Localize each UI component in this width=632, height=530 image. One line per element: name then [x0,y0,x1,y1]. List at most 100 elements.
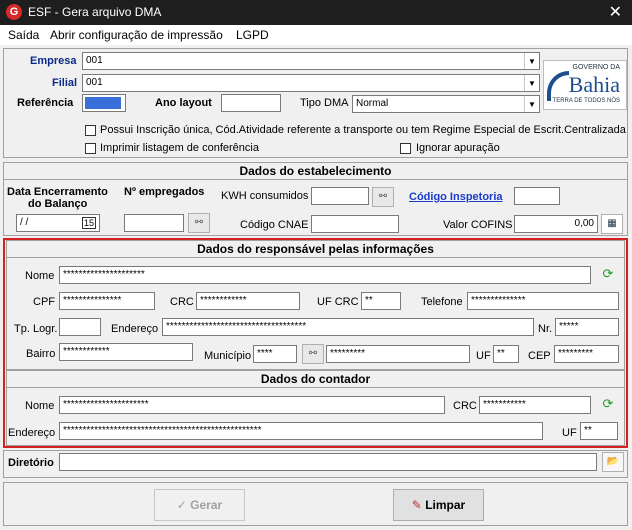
data-enc-label-2: do Balanço [28,198,88,210]
resp-uf-crc-input[interactable]: ** [361,292,401,310]
logo-sub-text: TERRA DE TODOS NÓS [552,98,620,104]
resp-cep-input[interactable]: ********* [554,345,619,363]
resp-tp-logr-input[interactable] [59,318,101,336]
limpar-button[interactable]: ✎ Limpar [393,489,484,521]
data-enc-input[interactable]: / / 15 [16,214,100,232]
referencia-input[interactable] [82,94,126,112]
contador-crc-label: CRC [453,400,477,412]
ignorar-label: Ignorar apuração [416,142,500,154]
calendar-icon[interactable]: 15 [81,217,96,229]
contador-endereco-input[interactable]: ****************************************… [59,422,543,440]
chevron-down-icon[interactable]: ▼ [524,96,539,112]
resp-nome-label: Nome [25,270,55,282]
binoculars-icon[interactable]: ⚯ [188,213,210,233]
estab-separator [3,179,628,180]
referencia-selection [85,97,121,109]
kwh-input[interactable] [311,187,369,205]
check-icon: ✓ [176,498,191,512]
resp-municipio-code-input[interactable]: **** [253,345,297,363]
valor-cofins-input[interactable]: 0,00 [514,215,598,233]
eraser-icon: ✎ [411,498,426,512]
menu-bar: Saída Abrir configuração de impressão LG… [0,25,632,45]
resp-crc-input[interactable]: ************ [196,292,300,310]
folder-open-icon[interactable]: 📂 [602,452,624,472]
data-enc-value: / / [20,217,29,228]
resp-telefone-input[interactable]: ************** [467,292,619,310]
resp-nr-input[interactable]: ***** [555,318,619,336]
resp-uf-input[interactable]: ** [493,345,519,363]
checkbox-inscricao[interactable] [85,125,96,136]
data-enc-label: Data Encerramento [7,186,108,198]
contador-separator [6,387,625,388]
codigo-inspetoria-link[interactable]: Código Inspetoria [409,191,503,203]
gerar-button[interactable]: ✓ Gerar [154,489,245,521]
logo-gov-text: GOVERNO DA [572,64,620,71]
diretorio-input[interactable] [59,453,597,471]
empresa-label: Empresa [30,55,77,67]
app-logo-icon: G [6,4,22,20]
binoculars-icon[interactable]: ⚯ [372,187,394,207]
resp-cpf-input[interactable]: *************** [59,292,155,310]
contador-crc-input[interactable]: *********** [479,396,591,414]
close-icon[interactable]: ✕ [609,2,622,22]
contador-nome-input[interactable]: ********************** [59,396,445,414]
filial-value: 001 [86,77,103,88]
logo-name: Bahia [568,72,620,97]
codigo-cnae-label: Código CNAE [240,219,309,231]
calculator-icon[interactable]: ▦ [601,214,623,234]
checkbox-imprimir[interactable] [85,143,96,154]
empresa-value: 001 [86,55,103,66]
resp-crc-label: CRC [170,296,194,308]
resp-municipio-name-input[interactable]: ********* [326,345,470,363]
gerar-label: Gerar [190,498,223,512]
resp-nr-label: Nr. [538,323,553,335]
menu-item-abrir-config[interactable]: Abrir configuração de impressão [50,28,223,42]
estab-header: Dados do estabelecimento [239,164,392,178]
resp-telefone-label: Telefone [421,296,463,308]
menu-item-lgpd[interactable]: LGPD [236,28,269,42]
ano-layout-label: Ano layout [155,97,212,109]
resp-cpf-label: CPF [33,296,55,308]
contador-uf-label: UF [562,427,577,439]
empregados-input[interactable] [124,214,184,232]
resp-endereco-input[interactable]: ************************************ [162,318,534,336]
refresh-icon[interactable]: ⟳ [597,394,619,414]
contador-uf-input[interactable]: ** [580,422,618,440]
inscricao-label: Possui Inscrição única, Cód.Atividade re… [100,124,626,136]
resp-bairro-label: Bairro [26,348,56,360]
valor-cofins-label: Valor COFINS [443,219,513,231]
resp-municipio-label: Município [204,350,252,362]
codigo-cnae-input[interactable] [311,215,399,233]
checkbox-ignorar[interactable] [400,143,411,154]
resp-uf-crc-label: UF CRC [317,296,359,308]
chevron-down-icon[interactable]: ▼ [524,53,539,69]
kwh-label: KWH consumidos [221,190,309,202]
contador-endereco-label: Endereço [8,427,56,439]
empresa-select[interactable]: 001 ▼ [82,52,540,70]
ano-layout-input[interactable] [221,94,281,112]
resp-bairro-input[interactable]: ************ [59,343,193,361]
tipo-dma-select[interactable]: Normal ▼ [352,95,540,113]
chevron-down-icon[interactable]: ▼ [524,75,539,91]
filial-select[interactable]: 001 ▼ [82,74,540,92]
limpar-label: Limpar [425,498,466,512]
resp-nome-input[interactable]: ********************* [59,266,591,284]
bahia-logo: GOVERNO DA Bahia TERRA DE TODOS NÓS [543,60,627,110]
window-title: ESF - Gera arquivo DMA [28,5,162,19]
buttons-frame [3,482,628,526]
logo-arc [547,71,569,101]
resp-separator [6,257,625,258]
resp-tp-logr-label: Tp. Logr. [14,323,58,335]
binoculars-icon[interactable]: ⚯ [302,344,324,364]
tipo-dma-label: Tipo DMA [300,97,349,109]
resp-header: Dados do responsável pelas informações [197,242,434,256]
resp-endereco-label: Endereço [111,323,159,335]
refresh-icon[interactable]: ⟳ [597,264,619,284]
codigo-inspetoria-input[interactable] [514,187,560,205]
empregados-label: Nº empregados [124,186,205,198]
tipo-dma-value: Normal [356,98,389,109]
contador-header: Dados do contador [260,372,371,386]
imprimir-label: Imprimir listagem de conferência [100,142,259,154]
menu-item-saida[interactable]: Saída [8,28,39,42]
resp-cep-label: CEP [528,350,551,362]
